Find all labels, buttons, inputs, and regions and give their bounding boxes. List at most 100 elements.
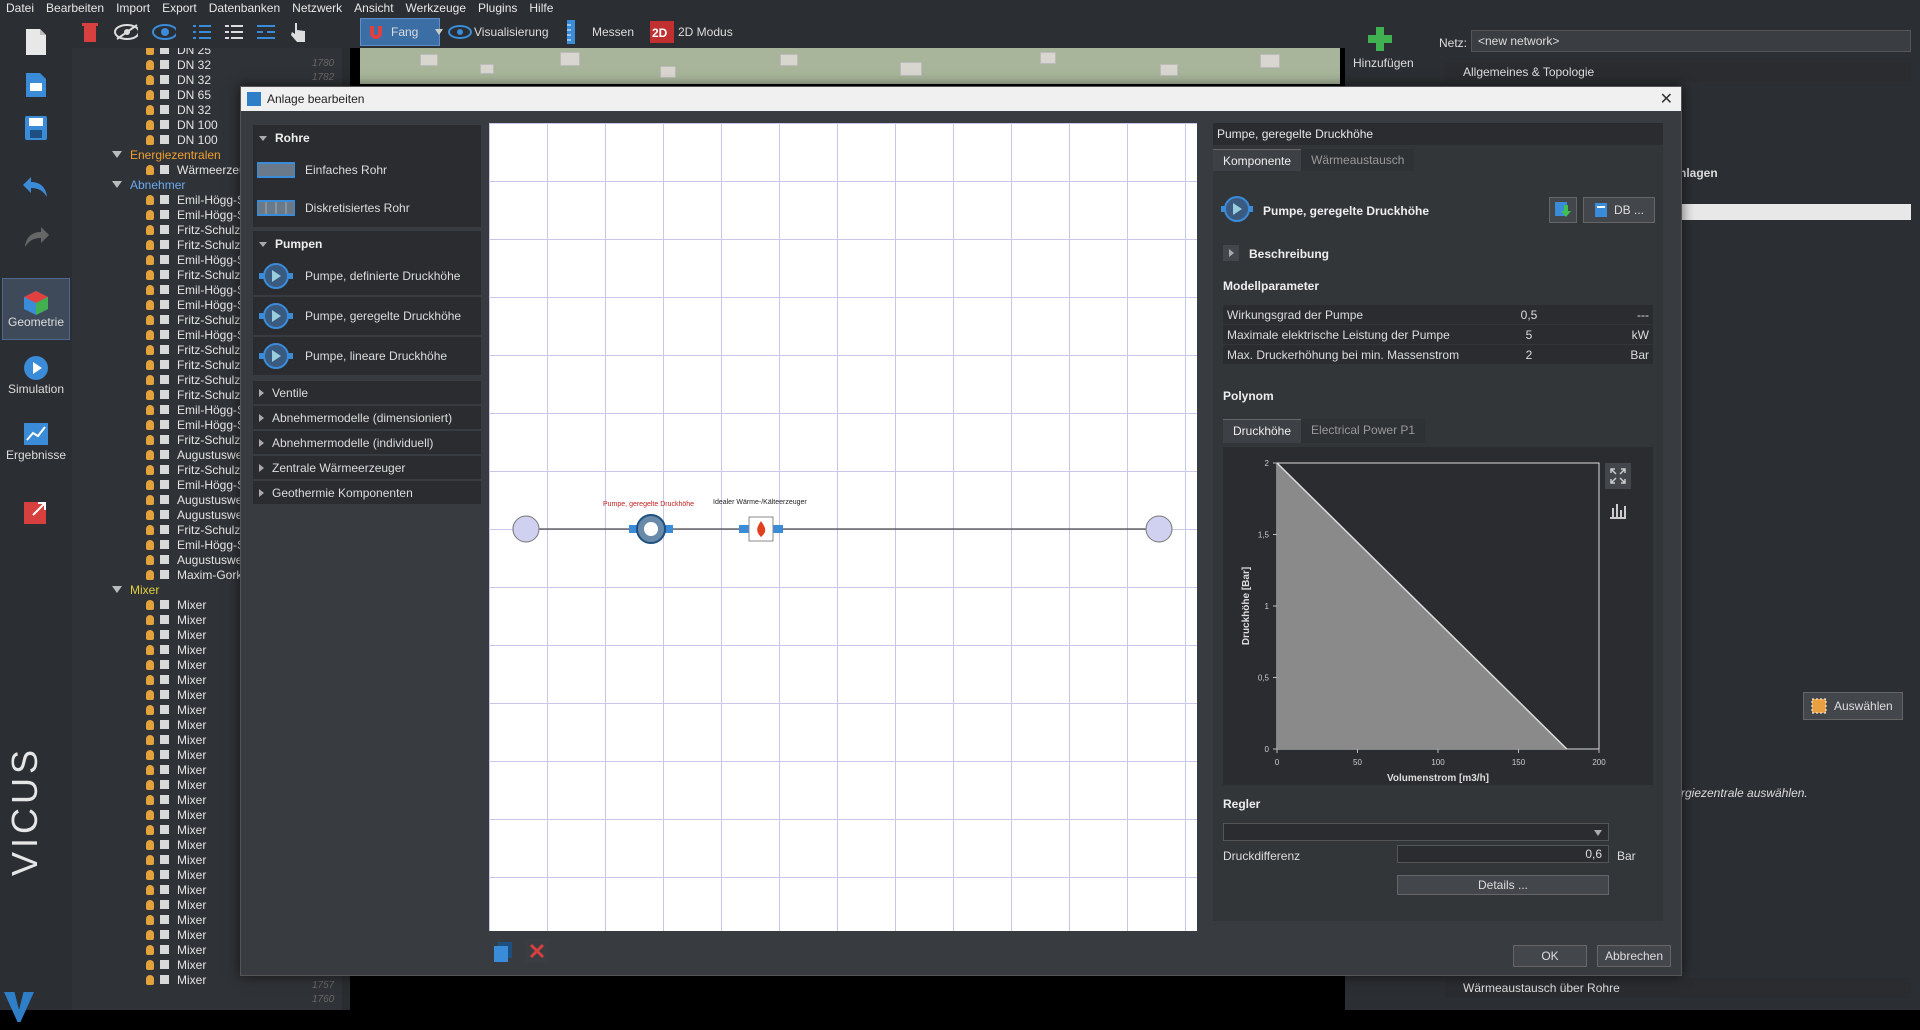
description-expand-toggle[interactable] — [1223, 245, 1239, 261]
visualization-eye-icon[interactable] — [448, 20, 472, 44]
menu-plugins[interactable]: Plugins — [472, 1, 523, 15]
snap-toggle-button[interactable]: Fang — [360, 18, 440, 46]
checkbox[interactable] — [160, 675, 169, 684]
tree-item[interactable]: Mixer — [146, 807, 206, 822]
tree-item[interactable]: Emil-Högg-S — [146, 537, 245, 552]
tab-komponente[interactable]: Komponente — [1213, 149, 1302, 171]
bulb-icon[interactable] — [146, 134, 154, 145]
chevron-down-icon[interactable] — [112, 586, 122, 593]
checkbox[interactable] — [160, 855, 169, 864]
menu-datei[interactable]: Datei — [0, 1, 40, 15]
details-button[interactable]: Details ... — [1397, 875, 1609, 895]
tab-druckhoehe[interactable]: Druckhöhe — [1223, 419, 1302, 443]
checkbox[interactable] — [160, 690, 169, 699]
tree-item[interactable]: DN 32 — [146, 72, 211, 87]
tree-item[interactable]: Emil-Högg-S — [146, 297, 245, 312]
bulb-icon[interactable] — [146, 704, 154, 715]
tree-item[interactable]: Mixer — [146, 672, 206, 687]
3d-viewport[interactable] — [360, 48, 1340, 84]
remove-x-icon[interactable] — [525, 939, 549, 963]
bulb-icon[interactable] — [146, 779, 154, 790]
checkbox[interactable] — [160, 615, 169, 624]
tab-electrical-power[interactable]: Electrical Power P1 — [1301, 419, 1426, 443]
bulb-icon[interactable] — [146, 404, 154, 415]
tree-item[interactable]: Emil-Högg-S — [146, 477, 245, 492]
tree-item[interactable]: Mixer — [146, 732, 206, 747]
tree-item[interactable]: Fritz-Schulze — [146, 312, 247, 327]
new-file-icon[interactable] — [14, 22, 58, 62]
category-abnehmer-ind[interactable]: Abnehmermodelle (individuell) — [253, 431, 481, 454]
bulb-icon[interactable] — [146, 719, 154, 730]
menu-import[interactable]: Import — [110, 1, 156, 15]
tree-item[interactable]: Augustuswe — [146, 507, 242, 522]
tree-item[interactable]: DN 32 — [146, 57, 211, 72]
bulb-icon[interactable] — [146, 59, 154, 70]
category-geothermie[interactable]: Geothermie Komponenten — [253, 481, 481, 504]
tree-item[interactable]: Mixer — [146, 747, 206, 762]
checkbox[interactable] — [160, 435, 169, 444]
db-button[interactable]: DB ... — [1583, 197, 1655, 223]
bulb-icon[interactable] — [146, 74, 154, 85]
checkbox[interactable] — [160, 165, 169, 174]
checkbox[interactable] — [160, 960, 169, 969]
tree-item[interactable]: Fritz-Schulze — [146, 237, 247, 252]
checkbox[interactable] — [160, 765, 169, 774]
bulb-icon[interactable] — [146, 479, 154, 490]
checkbox[interactable] — [160, 240, 169, 249]
chevron-down-icon[interactable] — [112, 181, 122, 188]
table-row[interactable]: Maximale elektrische Leistung der Pumpe … — [1223, 325, 1653, 344]
bulb-icon[interactable] — [146, 869, 154, 880]
visualization-button[interactable]: Visualisierung — [474, 25, 549, 39]
checkbox[interactable] — [160, 645, 169, 654]
checkbox[interactable] — [160, 795, 169, 804]
expand-chart-icon[interactable] — [1605, 463, 1631, 489]
checkbox[interactable] — [160, 540, 169, 549]
bulb-icon[interactable] — [146, 959, 154, 970]
param-value[interactable]: 5 — [1463, 328, 1595, 342]
bulb-icon[interactable] — [146, 434, 154, 445]
assign-db-button[interactable] — [1549, 197, 1577, 223]
checkbox[interactable] — [160, 225, 169, 234]
network-canvas[interactable]: Pumpe, geregelte Druckhöhe Idealer Wärme… — [489, 123, 1197, 931]
delete-icon[interactable] — [78, 20, 102, 44]
tree-item[interactable]: Augustuswe — [146, 552, 242, 567]
category-abnehmer-dim[interactable]: Abnehmermodelle (dimensioniert) — [253, 406, 481, 429]
bulb-icon[interactable] — [146, 344, 154, 355]
controller-select[interactable] — [1223, 823, 1609, 841]
bulb-icon[interactable] — [146, 449, 154, 460]
tree-item[interactable]: Emil-Högg-S — [146, 282, 245, 297]
tree-item[interactable]: Emil-Högg-S — [146, 417, 245, 432]
tree-item[interactable]: DN 100 — [146, 132, 218, 147]
bulb-icon[interactable] — [146, 239, 154, 250]
systems-list[interactable] — [1679, 204, 1911, 220]
tree-item[interactable]: Mixer — [146, 762, 206, 777]
heater-component[interactable] — [739, 516, 783, 542]
bulb-icon[interactable] — [146, 554, 154, 565]
redo-icon[interactable] — [14, 216, 58, 256]
tree-item[interactable]: DN 25 — [146, 48, 211, 57]
hide-icon[interactable] — [114, 20, 138, 44]
tree-item[interactable]: Mixer — [146, 882, 206, 897]
table-row[interactable]: Wirkungsgrad der Pumpe 0,5 --- — [1223, 305, 1653, 324]
checkbox[interactable] — [160, 945, 169, 954]
tree-item[interactable]: Mixer — [146, 642, 206, 657]
checkbox[interactable] — [160, 975, 169, 984]
mode-simulation[interactable]: Simulation — [2, 344, 70, 406]
pressure-diff-input[interactable]: 0,6 — [1397, 845, 1609, 863]
bar-chart-icon[interactable] — [1605, 497, 1631, 523]
tree-item[interactable]: Emil-Högg-S — [146, 327, 245, 342]
checkbox[interactable] — [160, 570, 169, 579]
tree-item[interactable]: Mixer — [146, 927, 206, 942]
tree-item[interactable]: Mixer — [146, 597, 206, 612]
checkbox[interactable] — [160, 345, 169, 354]
tree-item[interactable]: Mixer — [146, 837, 206, 852]
checkbox[interactable] — [160, 135, 169, 144]
tree-item[interactable]: DN 65 — [146, 87, 211, 102]
2d-mode-icon[interactable]: 2D — [650, 20, 674, 44]
menu-werkzeuge[interactable]: Werkzeuge — [400, 1, 472, 15]
tree-item[interactable]: Fritz-Schulze — [146, 222, 247, 237]
checkbox[interactable] — [160, 825, 169, 834]
tree-item[interactable]: Fritz-Schulze — [146, 432, 247, 447]
tree-item[interactable]: Emil-Högg-S — [146, 207, 245, 222]
checkbox[interactable] — [160, 300, 169, 309]
